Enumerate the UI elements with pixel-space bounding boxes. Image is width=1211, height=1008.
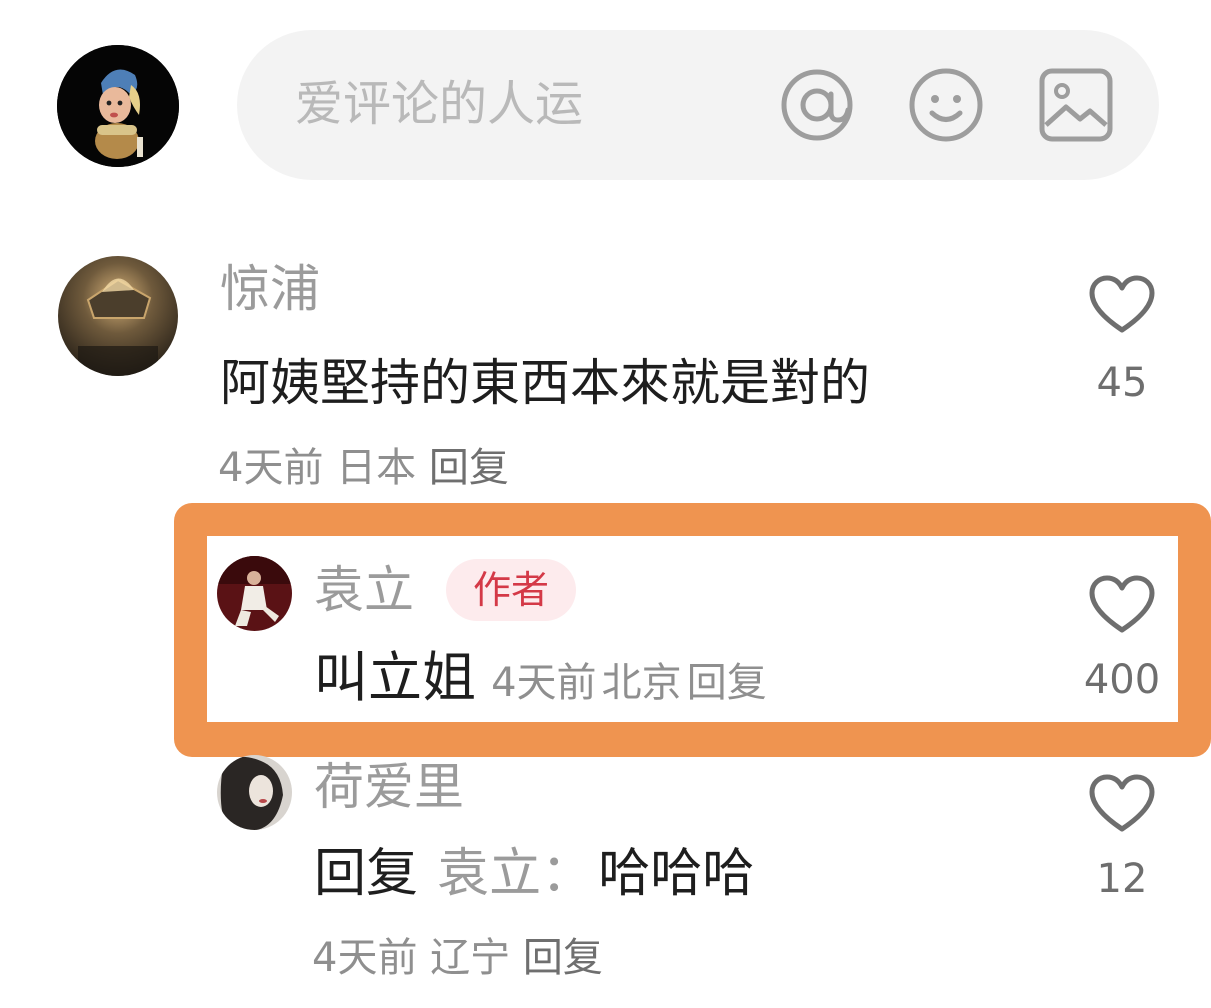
author-reply-time: 4天前 xyxy=(491,660,597,706)
reply-username[interactable]: 荷爱里 xyxy=(314,757,464,817)
author-avatar[interactable] xyxy=(217,556,292,631)
author-reply-location: 北京 xyxy=(601,660,682,706)
reply-button[interactable]: 回复 xyxy=(687,660,767,706)
comment-meta: 4天前 日本 回复 xyxy=(218,443,509,493)
sub-reply-line: 回复 袁立： 哈哈哈 xyxy=(314,842,754,906)
like-heart-icon[interactable] xyxy=(1088,574,1156,640)
avatar[interactable] xyxy=(58,256,178,376)
comment-location: 日本 xyxy=(336,445,417,491)
author-reply-text: 叫立姐 xyxy=(314,646,476,709)
reply-prefix: 回复 xyxy=(314,844,419,904)
reply-to-user[interactable]: 袁立： xyxy=(437,844,593,904)
reply-location: 辽宁 xyxy=(430,935,511,981)
smiley-icon[interactable] xyxy=(907,66,985,144)
like-count: 12 xyxy=(1096,856,1148,902)
comment-text: 阿姨堅持的東西本來就是對的 xyxy=(220,354,870,412)
like-heart-icon[interactable] xyxy=(1088,773,1156,839)
reply-button[interactable]: 回复 xyxy=(523,935,603,981)
avatar[interactable] xyxy=(217,755,292,830)
like-count: 400 xyxy=(1083,657,1161,703)
author-badge: 作者 xyxy=(446,559,576,621)
comment-time: 4天前 xyxy=(218,445,324,491)
current-user-avatar[interactable] xyxy=(57,45,179,167)
comment-username[interactable]: 惊浦 xyxy=(220,259,320,319)
like-count: 45 xyxy=(1096,360,1148,406)
comment-input-placeholder: 爱评论的人运 xyxy=(295,76,584,132)
at-icon[interactable] xyxy=(778,66,856,144)
reply-text: 哈哈哈 xyxy=(598,844,755,904)
author-reply-line: 叫立姐 4天前 北京 回复 xyxy=(314,646,767,710)
reply-button[interactable]: 回复 xyxy=(429,445,509,491)
image-icon[interactable] xyxy=(1038,67,1114,143)
reply-time: 4天前 xyxy=(312,935,418,981)
author-username[interactable]: 袁立 xyxy=(314,560,414,620)
reply-meta: 4天前 辽宁 回复 xyxy=(312,933,603,983)
like-heart-icon[interactable] xyxy=(1088,274,1156,340)
